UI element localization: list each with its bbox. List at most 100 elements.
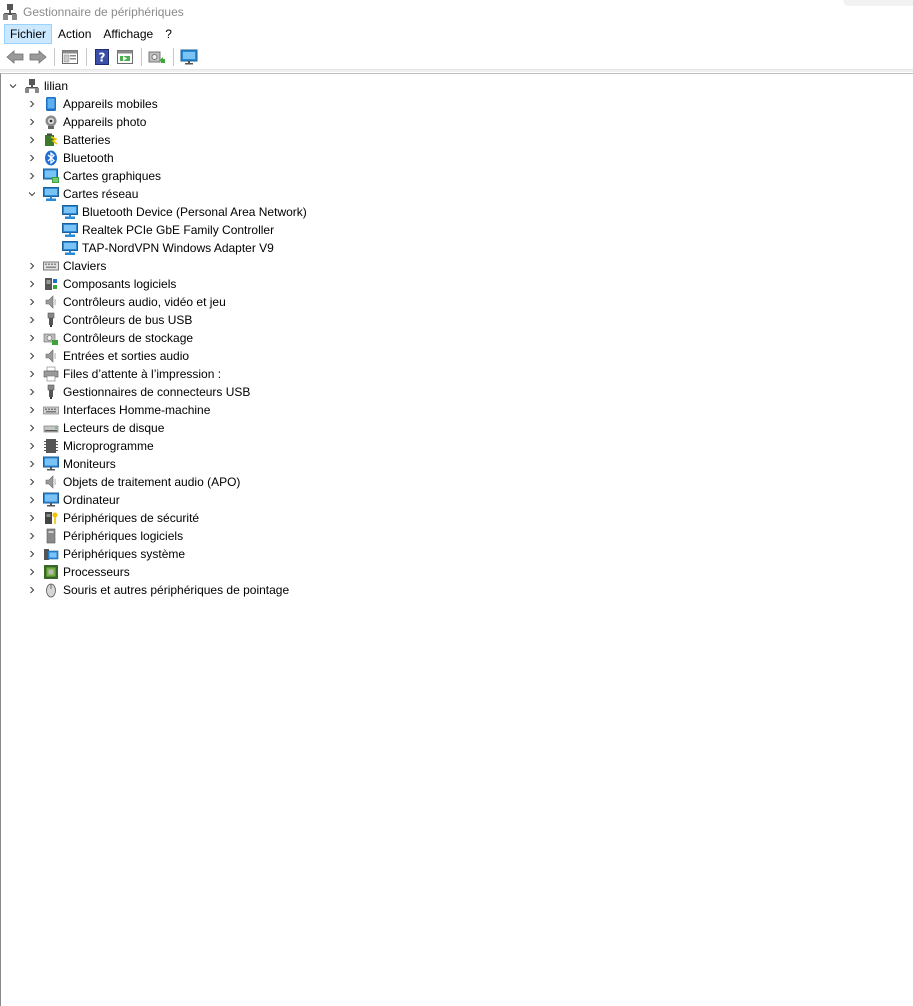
tree-item-label: Ordinateur [63, 493, 120, 507]
tree-category-controleurs-audio-video-et-jeu[interactable]: Contrôleurs audio, vidéo et jeu [27, 293, 226, 311]
help-button[interactable]: ? [91, 46, 113, 68]
tree-category-gestionnaires-de-connecteurs-usb[interactable]: Gestionnaires de connecteurs USB [27, 383, 250, 401]
menu-help[interactable]: ? [159, 24, 178, 44]
tree-category-souris-et-autres-peripheriques-de-pointage[interactable]: Souris et autres périphériques de pointa… [27, 581, 289, 599]
back-button[interactable] [4, 46, 26, 68]
tree-item-label: Cartes réseau [63, 187, 139, 201]
network-adapter-icon [62, 222, 78, 238]
chevron-right-icon[interactable] [27, 527, 37, 545]
update-driver-icon [117, 50, 133, 64]
chevron-right-icon[interactable] [27, 131, 37, 149]
tree-category-controleurs-de-stockage[interactable]: Contrôleurs de stockage [27, 329, 193, 347]
tree-category-peripheriques-systeme[interactable]: Périphériques système [27, 545, 185, 563]
tree-category-files-d-attente-a-l-impression[interactable]: Files d’attente à l’impression : [27, 365, 221, 383]
menu-fichier[interactable]: Fichier [4, 24, 53, 44]
chevron-right-icon[interactable] [27, 383, 37, 401]
chevron-right-icon[interactable] [27, 563, 37, 581]
tree-device-realtek-pcie-gbe-family-controller[interactable]: Realtek PCIe GbE Family Controller [46, 221, 274, 239]
mouse-icon [43, 582, 59, 598]
chevron-right-icon[interactable] [27, 329, 37, 347]
chevron-right-icon[interactable] [27, 149, 37, 167]
tree-category-lecteurs-de-disque[interactable]: Lecteurs de disque [27, 419, 164, 437]
tree-item-label: Bluetooth Device (Personal Area Network) [82, 205, 307, 219]
chevron-right-icon[interactable] [27, 167, 37, 185]
properties-icon [62, 50, 78, 64]
chevron-right-icon[interactable] [27, 365, 37, 383]
chevron-right-icon[interactable] [27, 95, 37, 113]
tree-category-claviers[interactable]: Claviers [27, 257, 106, 275]
window-controls[interactable] [843, 0, 913, 6]
computer-icon [24, 78, 40, 94]
chevron-right-icon[interactable] [27, 275, 37, 293]
toolbar-separator [54, 48, 55, 66]
chevron-right-icon[interactable] [27, 509, 37, 527]
tree-item-label: Interfaces Homme-machine [63, 403, 211, 417]
tree-item-label: Cartes graphiques [63, 169, 162, 183]
chevron-right-icon[interactable] [27, 473, 37, 491]
device-tree[interactable]: lilian Appareils mobiles Appareils photo Ba… [0, 73, 913, 1006]
tree-item-label: Périphériques système [63, 547, 186, 561]
chevron-right-icon[interactable] [27, 581, 37, 599]
tree-category-interfaces-homme-machine[interactable]: Interfaces Homme-machine [27, 401, 210, 419]
chevron-right-icon[interactable] [27, 257, 37, 275]
tree-category-entrees-et-sorties-audio[interactable]: Entrées et sorties audio [27, 347, 189, 365]
svg-text:?: ? [99, 51, 106, 65]
scan-hardware-button[interactable] [146, 46, 168, 68]
security-icon [43, 510, 59, 526]
monitor-button[interactable] [178, 46, 200, 68]
help-icon: ? [95, 49, 109, 65]
chevron-right-icon[interactable] [27, 437, 37, 455]
update-driver-button[interactable] [114, 46, 136, 68]
printer-icon [43, 366, 59, 382]
forward-button[interactable] [27, 46, 49, 68]
tree-category-peripheriques-de-securite[interactable]: Périphériques de sécurité [27, 509, 199, 527]
tree-category-batteries[interactable]: Batteries [27, 131, 110, 149]
tree-category-appareils-mobiles[interactable]: Appareils mobiles [27, 95, 158, 113]
chevron-right-icon[interactable] [27, 491, 37, 509]
toolbar: ? [0, 45, 913, 70]
tree-category-bluetooth[interactable]: Bluetooth [27, 149, 114, 167]
tree-category-controleurs-de-bus-usb[interactable]: Contrôleurs de bus USB [27, 311, 192, 329]
tree-root-lilian[interactable]: lilian [8, 77, 68, 95]
disk-drive-icon [43, 420, 59, 436]
toolbar-separator [86, 48, 87, 66]
tree-device-bluetooth-device-personal-area-network[interactable]: Bluetooth Device (Personal Area Network) [46, 203, 307, 221]
tree-item-label: Périphériques de sécurité [63, 511, 200, 525]
tree-category-ordinateur[interactable]: Ordinateur [27, 491, 120, 509]
chevron-right-icon[interactable] [27, 311, 37, 329]
tree-category-peripheriques-logiciels[interactable]: Périphériques logiciels [27, 527, 183, 545]
monitor-icon [43, 456, 59, 472]
chevron-right-icon[interactable] [27, 545, 37, 563]
storage-controller-icon [43, 330, 59, 346]
chevron-right-icon[interactable] [27, 401, 37, 419]
properties-button[interactable] [59, 46, 81, 68]
chevron-right-icon[interactable] [27, 419, 37, 437]
tree-category-composants-logiciels[interactable]: Composants logiciels [27, 275, 176, 293]
tree-item-label: Claviers [63, 259, 107, 273]
speaker-icon [43, 348, 59, 364]
tree-item-label: Realtek PCIe GbE Family Controller [82, 223, 275, 237]
tree-category-processeurs[interactable]: Processeurs [27, 563, 130, 581]
tree-item-label: Souris et autres périphériques de pointa… [63, 583, 290, 597]
chevron-right-icon[interactable] [27, 293, 37, 311]
tree-category-moniteurs[interactable]: Moniteurs [27, 455, 116, 473]
menu-affichage[interactable]: Affichage [97, 24, 159, 44]
tree-category-microprogramme[interactable]: Microprogramme [27, 437, 154, 455]
title-bar: Gestionnaire de périphériques [0, 0, 913, 24]
tree-device-tap-nordvpn-windows-adapter-v9[interactable]: TAP-NordVPN Windows Adapter V9 [46, 239, 274, 257]
chevron-right-icon[interactable] [27, 113, 37, 131]
tree-item-label: Processeurs [63, 565, 130, 579]
tree-category-cartes-reseau[interactable]: Cartes réseau [27, 185, 138, 203]
chevron-right-icon[interactable] [27, 455, 37, 473]
tree-category-cartes-graphiques[interactable]: Cartes graphiques [27, 167, 161, 185]
firmware-icon [43, 438, 59, 454]
tree-category-appareils-photo[interactable]: Appareils photo [27, 113, 146, 131]
display-adapter-icon [43, 168, 59, 184]
speaker-icon [43, 294, 59, 310]
chevron-down-icon[interactable] [27, 185, 37, 203]
chevron-down-icon[interactable] [8, 77, 18, 95]
chevron-right-icon[interactable] [27, 347, 37, 365]
menu-action[interactable]: Action [52, 24, 97, 44]
tree-category-objets-de-traitement-audio-apo[interactable]: Objets de traitement audio (APO) [27, 473, 240, 491]
software-component-icon [43, 276, 59, 292]
